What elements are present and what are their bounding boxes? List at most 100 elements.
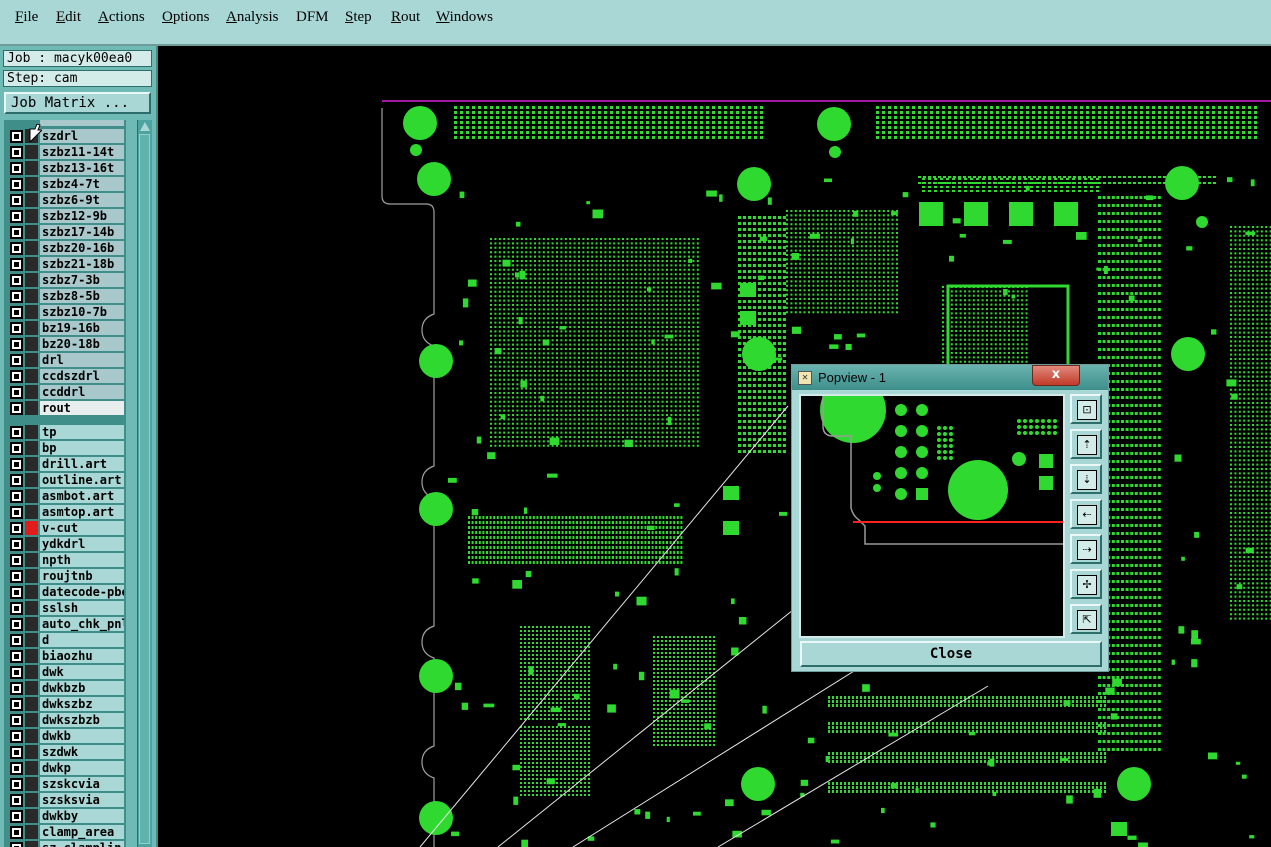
layer-checkbox[interactable] — [10, 714, 23, 727]
popview-titlebar[interactable]: ✕ Popview - 1 x — [792, 365, 1108, 390]
menu-actions[interactable]: Actions — [98, 9, 145, 26]
layer-name[interactable]: drl — [40, 353, 124, 367]
layer-row[interactable]: szbz11-14t — [4, 144, 126, 160]
layer-checkbox[interactable] — [10, 522, 23, 535]
layer-checkbox[interactable] — [10, 666, 23, 679]
layer-row[interactable]: outline.art — [4, 472, 126, 488]
popview-tool-zoom-in-button[interactable]: ✢ — [1070, 569, 1102, 599]
layer-color-swatch[interactable] — [25, 825, 38, 839]
layer-row[interactable]: ccdszdrl — [4, 368, 126, 384]
layer-name[interactable]: biaozhu — [40, 649, 124, 663]
layer-name[interactable]: szbz20-16b — [40, 241, 124, 255]
layer-row[interactable]: szbz17-14b — [4, 224, 126, 240]
layer-checkbox[interactable] — [10, 602, 23, 615]
layer-checkbox[interactable] — [10, 810, 23, 823]
layer-name[interactable]: dwkp — [40, 761, 124, 775]
layer-color-swatch[interactable] — [25, 665, 38, 679]
layer-color-swatch[interactable] — [25, 569, 38, 583]
layer-color-swatch[interactable] — [25, 489, 38, 503]
layer-list-scrollbar[interactable] — [137, 120, 152, 847]
menu-rout[interactable]: Rout — [391, 9, 420, 26]
layer-row[interactable]: drill.art — [4, 456, 126, 472]
menu-edit[interactable]: Edit — [56, 9, 81, 26]
layer-color-swatch[interactable] — [25, 289, 38, 303]
layer-row[interactable]: dwkszbz — [4, 696, 126, 712]
layer-checkbox[interactable] — [10, 586, 23, 599]
layer-color-swatch[interactable] — [25, 209, 38, 223]
menu-step[interactable]: Step — [345, 9, 372, 26]
layer-name[interactable]: dwkby — [40, 809, 124, 823]
layer-name[interactable]: szbz4-7t — [40, 177, 124, 191]
layer-checkbox[interactable] — [10, 442, 23, 455]
layer-name[interactable]: ccddrl — [40, 385, 124, 399]
layer-checkbox[interactable] — [10, 490, 23, 503]
layer-name[interactable]: szdwk — [40, 745, 124, 759]
layer-row[interactable]: datecode-pbe — [4, 584, 126, 600]
layer-name[interactable]: dwk — [40, 665, 124, 679]
layer-name[interactable]: tp — [40, 425, 124, 439]
layer-color-swatch[interactable] — [25, 385, 38, 399]
layer-color-swatch[interactable] — [25, 161, 38, 175]
layer-row[interactable]: szbz7-3b — [4, 272, 126, 288]
layer-checkbox[interactable] — [10, 618, 23, 631]
popview-tool-zoom-out-button[interactable]: ⇱ — [1070, 604, 1102, 634]
layer-row[interactable]: szbz10-7b — [4, 304, 126, 320]
layer-name[interactable]: bz19-16b — [40, 321, 124, 335]
layer-checkbox[interactable] — [10, 274, 23, 287]
layer-row[interactable]: clamp_area — [4, 824, 126, 840]
layer-checkbox[interactable] — [10, 194, 23, 207]
layer-checkbox[interactable] — [10, 554, 23, 567]
layer-checkbox[interactable] — [10, 130, 23, 143]
layer-name[interactable]: bp — [40, 441, 124, 455]
layer-checkbox[interactable] — [10, 162, 23, 175]
layer-name[interactable]: roujtnb — [40, 569, 124, 583]
layer-name[interactable]: szbz6-9t — [40, 193, 124, 207]
layer-name[interactable]: dwkszbz — [40, 697, 124, 711]
layer-color-swatch[interactable] — [25, 505, 38, 519]
layer-checkbox[interactable] — [10, 730, 23, 743]
layer-checkbox[interactable] — [10, 354, 23, 367]
layer-row[interactable]: szbz12-9b — [4, 208, 126, 224]
layer-name[interactable]: datecode-pbe — [40, 585, 124, 599]
layer-color-swatch[interactable] — [25, 713, 38, 727]
layer-color-swatch[interactable] — [25, 841, 38, 847]
layer-name[interactable]: szbz7-3b — [40, 273, 124, 287]
layer-checkbox[interactable] — [10, 306, 23, 319]
layer-name[interactable]: dwkb — [40, 729, 124, 743]
layer-color-swatch[interactable] — [25, 337, 38, 351]
layer-checkbox[interactable] — [10, 322, 23, 335]
layer-checkbox[interactable] — [10, 386, 23, 399]
layer-name[interactable]: dwkbzb — [40, 681, 124, 695]
job-matrix-button[interactable]: Job Matrix ... — [4, 92, 151, 114]
layer-color-swatch[interactable] — [25, 761, 38, 775]
popview-tool-pan-up-button[interactable]: ⇡ — [1070, 429, 1102, 459]
layer-name[interactable]: npth — [40, 553, 124, 567]
layer-checkbox[interactable] — [10, 634, 23, 647]
popview-tool-zoom-fit-button[interactable]: ⊡ — [1070, 394, 1102, 424]
layer-row[interactable]: szsksvia — [4, 792, 126, 808]
layer-checkbox[interactable] — [10, 842, 23, 847]
layer-name[interactable]: dwkszbzb — [40, 713, 124, 727]
layer-color-swatch[interactable] — [25, 585, 38, 599]
layer-name[interactable]: szbz12-9b — [40, 209, 124, 223]
layer-color-swatch[interactable] — [25, 145, 38, 159]
layer-row[interactable]: dwkby — [4, 808, 126, 824]
layer-color-swatch[interactable] — [25, 777, 38, 791]
layer-color-swatch[interactable] — [25, 369, 38, 383]
layer-row[interactable]: szskcvia — [4, 776, 126, 792]
layer-color-swatch[interactable] — [25, 729, 38, 743]
layer-name[interactable]: szdrl — [40, 129, 124, 143]
layer-checkbox[interactable] — [10, 762, 23, 775]
layer-name[interactable]: szbz21-18b — [40, 257, 124, 271]
layer-color-swatch[interactable] — [25, 553, 38, 567]
layer-name[interactable]: ydkdrl — [40, 537, 124, 551]
layer-row[interactable]: dwkszbzb — [4, 712, 126, 728]
layer-color-swatch[interactable] — [25, 457, 38, 471]
layer-checkbox[interactable] — [10, 146, 23, 159]
layer-name[interactable]: asmbot.art — [40, 489, 124, 503]
menu-options[interactable]: Options — [162, 9, 210, 26]
layer-checkbox[interactable] — [10, 258, 23, 271]
layer-name[interactable]: outline.art — [40, 473, 124, 487]
layer-row[interactable]: dwk — [4, 664, 126, 680]
layer-color-swatch[interactable] — [25, 193, 38, 207]
